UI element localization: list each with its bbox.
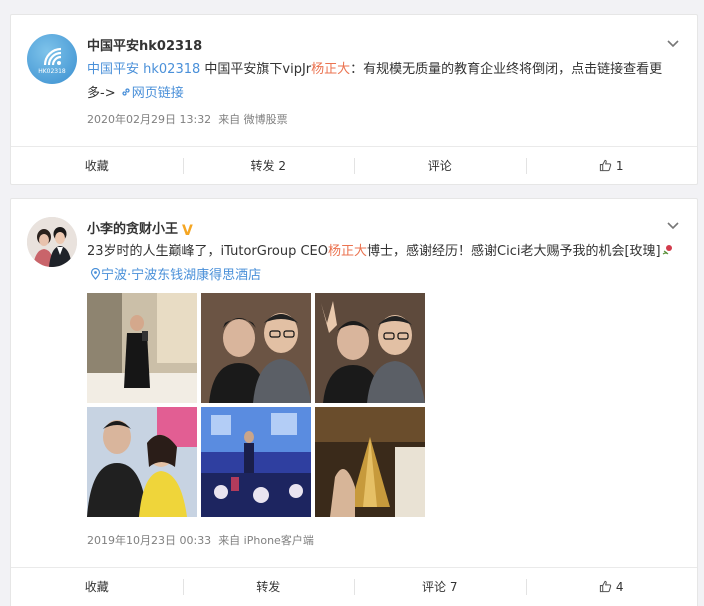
avatar-text: HK02318 [38,68,66,75]
topic-link[interactable]: 杨正大 [311,62,350,77]
comment-button[interactable]: 评论 [354,147,526,184]
photo-two-men-1[interactable] [201,293,311,403]
location-link[interactable]: 宁波·宁波东钱湖康得思酒店 [87,267,262,283]
location-label: 宁波·宁波东钱湖康得思酒店 [101,268,262,283]
like-count: 4 [615,579,624,594]
timestamp[interactable]: 2020年02月29日 13:32 [87,113,211,126]
topic-link[interactable]: 杨正大 [328,244,367,259]
photo-stage[interactable] [201,407,311,517]
photo-grid [87,293,426,518]
thumbs-up-icon [599,159,612,172]
post-text-part: 23岁时的人生巅峰了，iTutorGroup CEO [87,244,328,259]
username: 小李的贪财小王 V [87,218,196,238]
post-text: 中国平安 hk02318 中国平安旗下vipJr杨正大：有规模无质量的教育企业终… [87,58,677,106]
repost-button[interactable]: 转发 2 [182,147,355,184]
repost-button[interactable]: 转发 [182,568,355,605]
avatar-photo [27,217,77,267]
post-text: 23岁时的人生巅峰了，iTutorGroup CEO杨正大博士，感谢经历！感谢C… [87,240,677,288]
photo-mirror-selfie[interactable] [87,293,197,403]
comment-button[interactable]: 评论 7 [354,568,526,605]
signal-logo-icon [43,47,62,66]
feed-card-post-2: 小李的贪财小王 V 23岁时的人生巅峰了，iTutorGroup CEO杨正大博士… [10,198,698,606]
chevron-down-icon[interactable] [667,37,679,49]
favorite-button[interactable]: 收藏 [11,568,183,605]
feed-card-post-1: HK02318 中国平安hk02318 中国平安 hk02318 中国平安旗下v… [10,14,698,185]
post-text-part: 中国平安旗下vipJr [200,62,312,77]
username-link[interactable]: 小李的贪财小王 [87,222,178,237]
rose-emoji-icon [662,245,672,255]
link-icon [122,88,130,96]
avatar[interactable] [27,217,77,267]
web-link-label: 网页链接 [131,86,184,101]
location-pin-icon [90,267,101,280]
avatar[interactable]: HK02318 [27,34,77,84]
like-count: 1 [615,158,624,173]
timestamp[interactable]: 2019年10月23日 00:33 [87,534,211,547]
v-badge-icon: V [182,223,193,239]
favorite-button[interactable]: 收藏 [11,147,183,184]
post-source: 来自 iPhone客户端 [218,534,314,547]
web-link[interactable]: 网页链接 [120,86,184,101]
mention-link[interactable]: 中国平安 hk02318 [87,62,200,77]
post-meta: 2020年02月29日 13:32 来自 微博股票 [87,111,288,127]
action-bar: 收藏 转发 评论 7 4 [11,567,697,605]
photo-two-men-2[interactable] [315,293,425,403]
post-text-part: 博士，感谢经历！感谢Cici老大赐予我的机会[玫瑰] [367,244,661,259]
like-button[interactable]: 1 [525,147,698,184]
chevron-down-icon[interactable] [667,219,679,231]
post-meta: 2019年10月23日 00:33 来自 iPhone客户端 [87,532,314,548]
thumbs-up-icon [599,580,612,593]
action-bar: 收藏 转发 2 评论 1 [11,146,697,184]
username[interactable]: 中国平安hk02318 [87,35,202,54]
like-button[interactable]: 4 [525,568,698,605]
post-source: 来自 微博股票 [218,113,288,126]
photo-trophy[interactable] [315,407,425,517]
photo-with-woman[interactable] [87,407,197,517]
